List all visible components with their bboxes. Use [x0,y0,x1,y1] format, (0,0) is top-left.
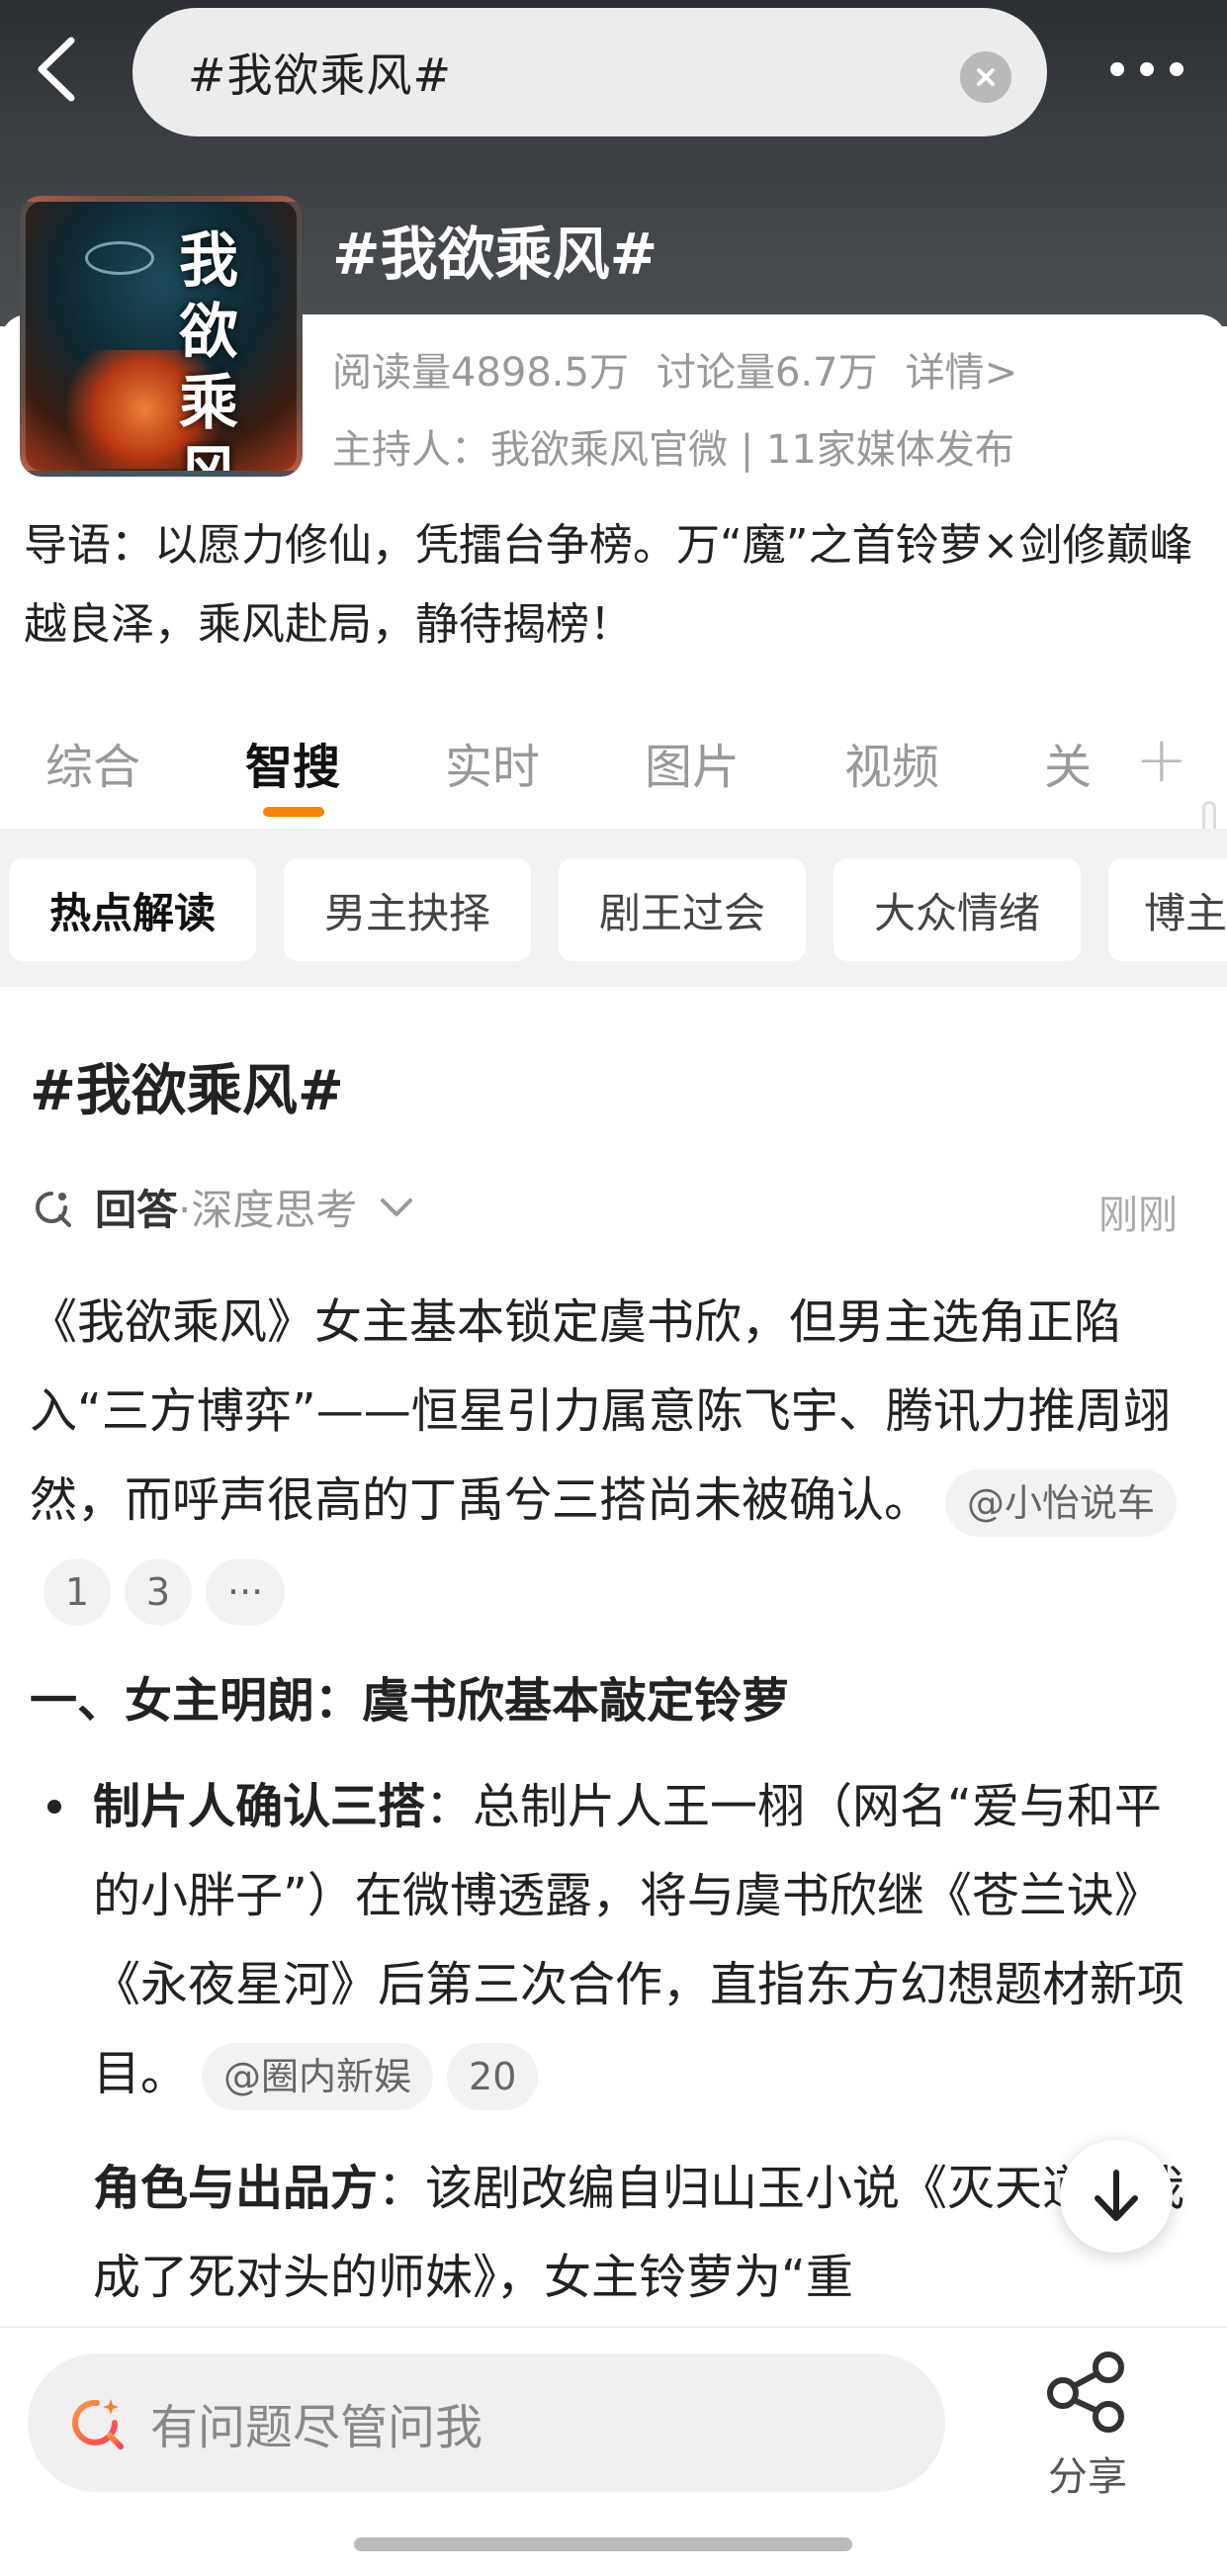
reference-badge[interactable]: 1 [44,1558,111,1626]
home-indicator[interactable] [354,2537,852,2551]
tab-comprehensive[interactable]: 综合 [45,728,140,797]
reference-badge[interactable]: 20 [447,2043,539,2110]
answer-mode: ·深度思考 [178,1186,358,1234]
share-icon [1047,2352,1124,2433]
cover-eye-decoration [85,241,154,275]
answer-title: #我欲乘风# [30,1059,344,1123]
back-button[interactable] [22,30,91,109]
answer-paragraph: 《我欲乘风》女主基本锁定虞书欣，但男主选角正陷入“三方博弈”——恒星引力属意陈飞… [30,1278,1196,1634]
source-tag[interactable]: @圈内新娱 [202,2043,434,2110]
chevron-left-icon [38,37,75,102]
tab-video[interactable]: 视频 [844,728,939,797]
more-dot-icon [1170,62,1183,76]
more-references-button[interactable]: ··· [206,1558,286,1626]
list-item-heading: 制片人确认三搭 [93,1779,426,1834]
details-link[interactable]: 详情> [906,340,1018,398]
reference-badge[interactable]: 3 [125,1558,192,1626]
section-heading: 一、女主明朗：虞书欣基本敲定铃萝 [30,1673,790,1729]
source-tag[interactable]: @小怡说车 [945,1469,1178,1537]
more-dot-icon [1140,62,1154,76]
search-input-value: #我欲乘风# [188,48,453,102]
answer-timestamp: 刚刚 [1098,1193,1178,1238]
ai-refresh-icon [36,1191,71,1227]
tab-smart-search[interactable]: 智搜 [245,728,340,797]
add-tab-icon[interactable]: + [1135,724,1188,797]
more-options-button[interactable] [1088,40,1206,99]
tab-more-partial[interactable]: 关 [1044,728,1092,797]
chip-hot-interpretation[interactable]: 热点解读 [9,858,256,961]
tab-images[interactable]: 图片 [645,728,740,797]
ask-input[interactable]: 有问题尽管问我 [28,2354,945,2492]
topic-chip-bar: 热点解读 男主抉择 剧王过会 大众情绪 博主 [0,829,1227,987]
ai-search-icon [72,2399,124,2449]
arrow-down-icon [1095,2170,1138,2221]
topic-title: #我欲乘风# [332,221,658,288]
close-icon [977,68,995,86]
tab-realtime[interactable]: 实时 [445,728,540,797]
read-count: 阅读量4898.5万 [332,350,629,396]
scroll-down-button[interactable] [1060,2140,1173,2253]
cover-title: 我欲乘风 [179,226,238,477]
discussion-count: 讨论量6.7万 [656,350,878,396]
chip-male-lead[interactable]: 男主抉择 [284,858,531,961]
chip-blogger-partial[interactable]: 博主 [1108,858,1227,961]
list-item: 制片人确认三搭：总制片人王一栩（网名“爱与和平的小胖子”）在微博透露，将与虞书欣… [47,1762,1190,2118]
more-dot-icon [1110,62,1124,76]
topic-host[interactable]: 主持人：我欲乘风官微 | 11家媒体发布 [332,417,1014,475]
chip-public-sentiment[interactable]: 大众情绪 [833,858,1081,961]
answer-mode-selector[interactable]: 回答 ·深度思考 [30,1177,418,1237]
search-input[interactable]: #我欲乘风# [132,8,1047,136]
topic-cover-image[interactable]: 我欲乘风 [20,196,303,477]
list-item-heading: 角色与出品方 [93,2161,379,2216]
search-tabs: 综合 智搜 实时 图片 视频 关 + [0,712,1227,821]
answer-label: 回答 [95,1186,179,1234]
active-tab-indicator [263,807,324,817]
ask-placeholder: 有问题尽管问我 [150,2400,483,2455]
clear-search-button[interactable] [960,51,1011,103]
list-item: 角色与出品方：该剧改编自归山玉小说《灭天道后我成了死对头的师妹》，女主铃萝为“重 [93,2144,1190,2322]
chevron-down-icon [381,1198,413,1216]
topic-stats: 阅读量4898.5万 讨论量6.7万 详情> [332,340,1017,398]
topic-intro: 导语：以愿力修仙，凭擂台争榜。万“魔”之首铃萝×剑修巅峰越良泽，乘风赴局，静待揭… [24,520,1193,650]
share-button[interactable]: 分享 [1028,2350,1147,2502]
chip-drama-approval[interactable]: 剧王过会 [559,858,806,961]
share-label: 分享 [1048,2454,1127,2500]
